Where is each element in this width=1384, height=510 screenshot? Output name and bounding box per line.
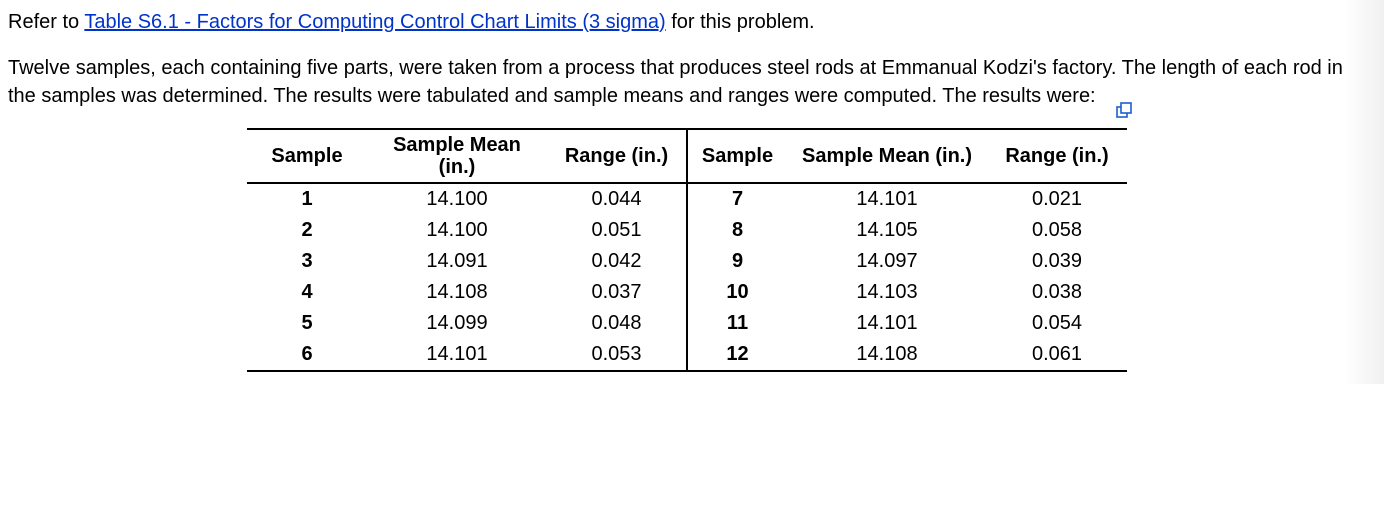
cell-mean: 14.091 — [367, 246, 547, 277]
cell-sample: 5 — [247, 308, 367, 339]
cell-mean: 14.108 — [367, 277, 547, 308]
cell-sample: 12 — [687, 339, 787, 371]
table-header-row: Sample Sample Mean (in.) Range (in.) Sam… — [247, 129, 1127, 183]
samples-table: Sample Sample Mean (in.) Range (in.) Sam… — [247, 128, 1127, 372]
cell-sample: 10 — [687, 277, 787, 308]
cell-mean: 14.103 — [787, 277, 987, 308]
col-sample-right: Sample — [687, 129, 787, 183]
cell-range: 0.042 — [547, 246, 687, 277]
cell-sample: 2 — [247, 215, 367, 246]
col-mean-left-l2: (in.) — [373, 156, 541, 178]
cell-sample: 4 — [247, 277, 367, 308]
cell-sample: 7 — [687, 183, 787, 215]
cell-mean: 14.097 — [787, 246, 987, 277]
cell-mean: 14.100 — [367, 183, 547, 215]
table-reference-link[interactable]: Table S6.1 - Factors for Computing Contr… — [84, 11, 665, 33]
cell-mean: 14.100 — [367, 215, 547, 246]
intro-prefix: Refer to — [8, 11, 84, 33]
table-row: 4 14.108 0.037 10 14.103 0.038 — [247, 277, 1127, 308]
col-range-left: Range (in.) — [547, 129, 687, 183]
cell-sample: 6 — [247, 339, 367, 371]
col-sample-left: Sample — [247, 129, 367, 183]
cell-mean: 14.099 — [367, 308, 547, 339]
table-row: 2 14.100 0.051 8 14.105 0.058 — [247, 215, 1127, 246]
table-row: 1 14.100 0.044 7 14.101 0.021 — [247, 183, 1127, 215]
cell-sample: 11 — [687, 308, 787, 339]
cell-range: 0.021 — [987, 183, 1127, 215]
cell-range: 0.061 — [987, 339, 1127, 371]
cell-range: 0.037 — [547, 277, 687, 308]
popout-icon[interactable] — [1115, 102, 1133, 120]
table-row: 5 14.099 0.048 11 14.101 0.054 — [247, 308, 1127, 339]
cell-sample: 9 — [687, 246, 787, 277]
cell-range: 0.058 — [987, 215, 1127, 246]
col-range-right: Range (in.) — [987, 129, 1127, 183]
table-row: 6 14.101 0.053 12 14.108 0.061 — [247, 339, 1127, 371]
cell-range: 0.051 — [547, 215, 687, 246]
col-mean-left-l1: Sample Mean — [373, 134, 541, 156]
cell-range: 0.038 — [987, 277, 1127, 308]
col-mean-right: Sample Mean (in.) — [787, 129, 987, 183]
cell-mean: 14.101 — [787, 308, 987, 339]
cell-mean: 14.101 — [787, 183, 987, 215]
cell-range: 0.044 — [547, 183, 687, 215]
col-mean-left: Sample Mean (in.) — [367, 129, 547, 183]
cell-range: 0.039 — [987, 246, 1127, 277]
cell-range: 0.048 — [547, 308, 687, 339]
cell-range: 0.054 — [987, 308, 1127, 339]
cell-sample: 8 — [687, 215, 787, 246]
cell-mean: 14.105 — [787, 215, 987, 246]
cell-sample: 1 — [247, 183, 367, 215]
problem-paragraph: Twelve samples, each containing five par… — [8, 54, 1366, 110]
table-row: 3 14.091 0.042 9 14.097 0.039 — [247, 246, 1127, 277]
cell-range: 0.053 — [547, 339, 687, 371]
intro-line: Refer to Table S6.1 - Factors for Comput… — [8, 8, 1366, 36]
cell-mean: 14.108 — [787, 339, 987, 371]
cell-mean: 14.101 — [367, 339, 547, 371]
cell-sample: 3 — [247, 246, 367, 277]
intro-suffix: for this problem. — [666, 11, 815, 33]
